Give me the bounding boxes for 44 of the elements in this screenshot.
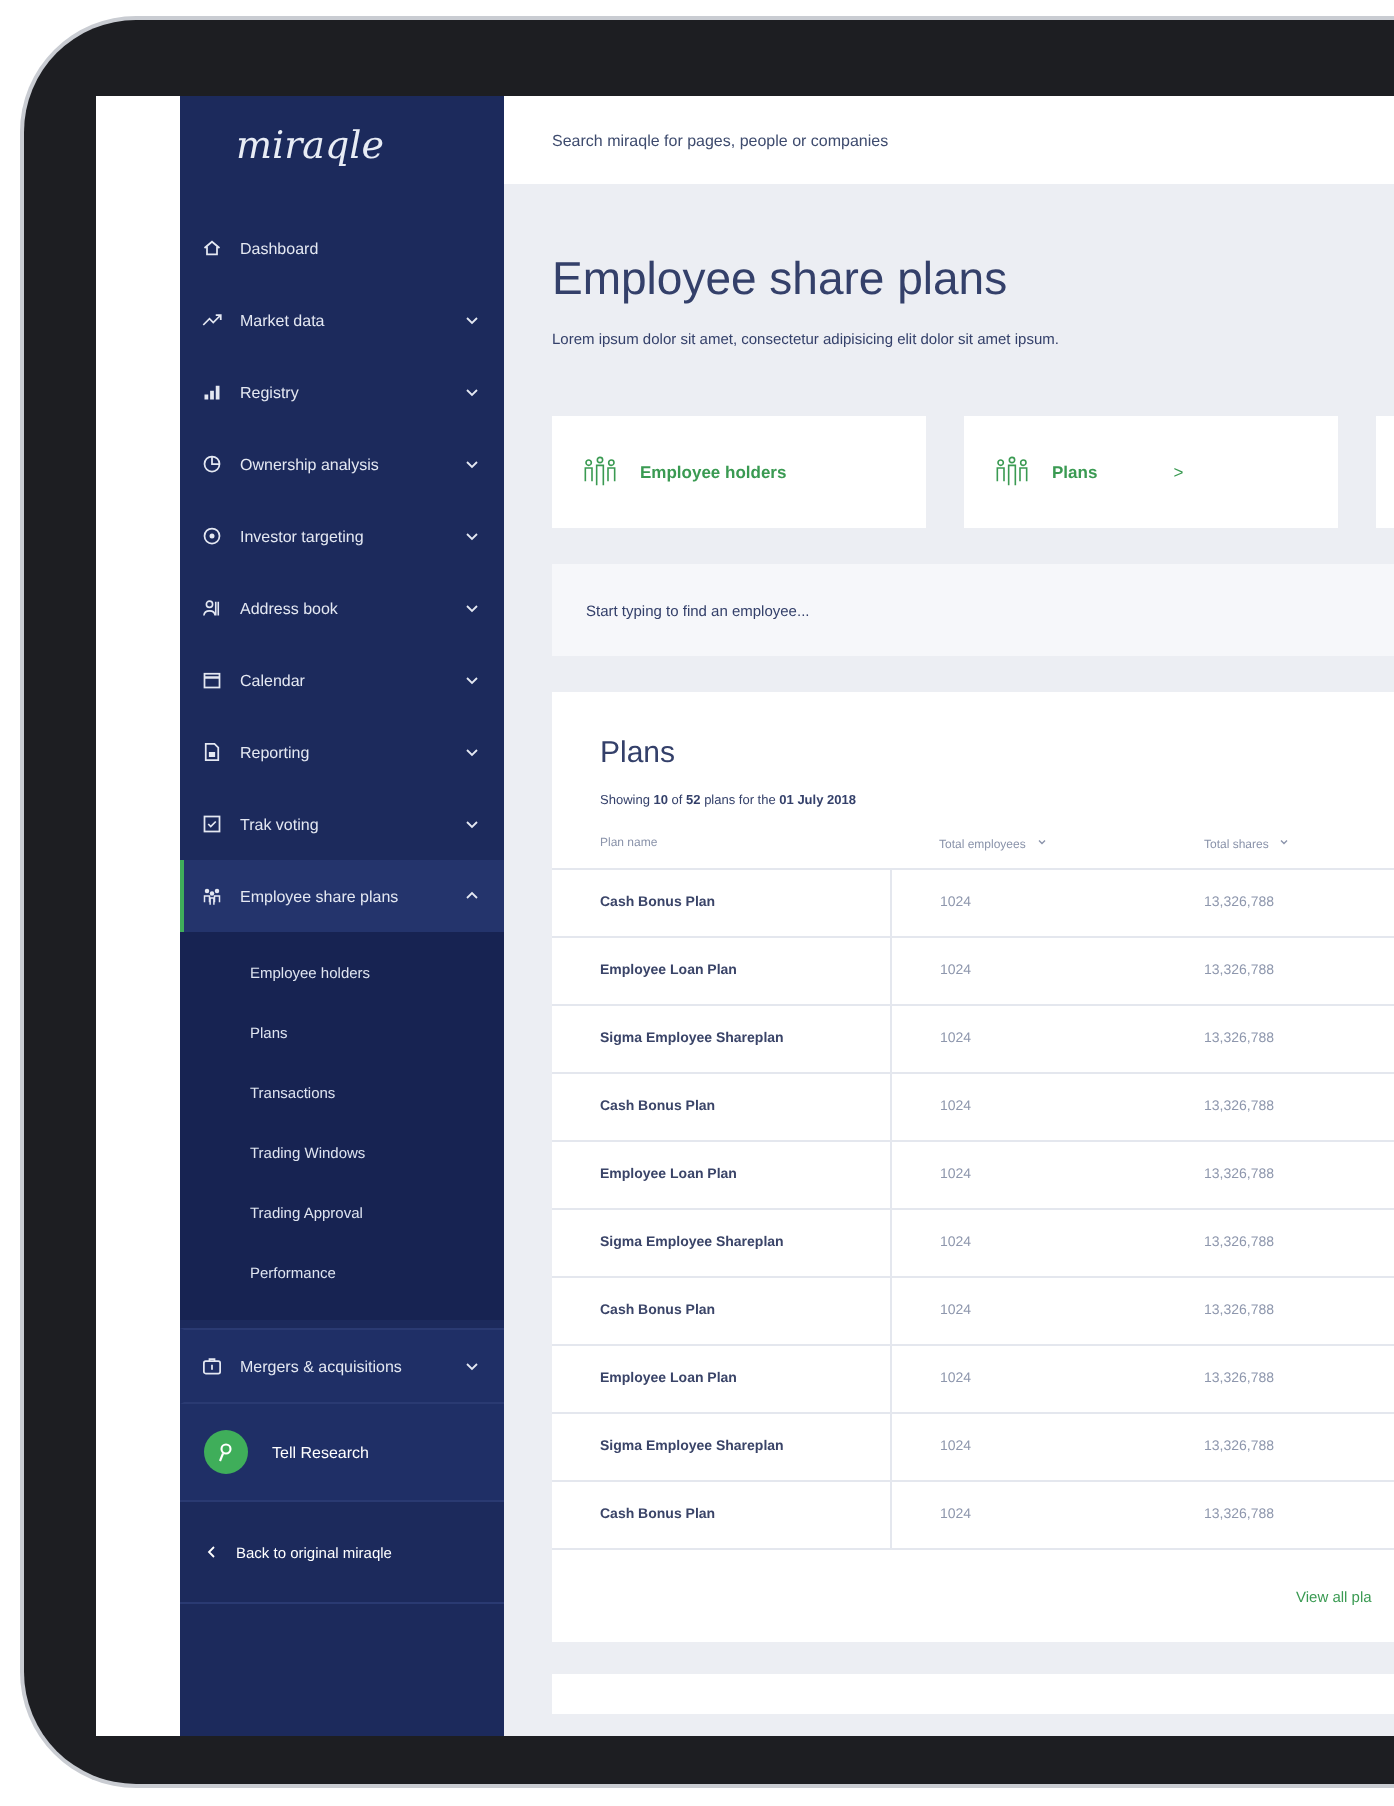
chevron-down-icon	[464, 384, 480, 400]
house-icon	[202, 238, 222, 258]
pie-chart-icon	[202, 454, 222, 474]
nav-item[interactable]: Ownership analysis	[180, 428, 504, 500]
nav-item[interactable]: Registry	[180, 356, 504, 428]
nav-item[interactable]: Reporting	[180, 716, 504, 788]
briefcase-icon	[202, 1356, 222, 1376]
bar-chart-icon	[202, 382, 222, 402]
nav-item[interactable]: Dashboard	[180, 212, 504, 284]
page-title: Employee share plans	[552, 252, 1010, 306]
chevron-up-icon	[464, 888, 480, 904]
trend-line-icon	[202, 310, 222, 330]
nav-item[interactable]: Investor targeting	[180, 500, 504, 572]
sort-caret-icon	[1035, 836, 1048, 848]
target-icon	[202, 526, 222, 546]
nav-item[interactable]: Market data	[180, 284, 504, 356]
nav-card[interactable]: Employee holders	[552, 416, 926, 528]
checkbox-icon	[202, 814, 222, 834]
chevron-down-icon	[464, 528, 480, 544]
people-icon	[584, 456, 616, 488]
chevron-left-icon	[204, 1544, 220, 1560]
nav-item[interactable]: Employee share plans	[180, 860, 504, 932]
chevron-down-icon	[464, 312, 480, 328]
nav-item[interactable]: Address book	[180, 572, 504, 644]
tell-research-link[interactable]: Tell Research	[272, 1443, 369, 1461]
chevron-down-icon	[464, 672, 480, 688]
people-icon	[202, 886, 222, 906]
nav-item[interactable]: Mergers & acquisitions	[180, 1328, 504, 1404]
nav-item[interactable]: Calendar	[180, 644, 504, 716]
section-title: Plans	[600, 736, 678, 770]
chevron-down-icon	[464, 744, 480, 760]
nav-card[interactable]: Plans >	[964, 416, 1338, 528]
contacts-icon	[202, 598, 222, 618]
document-icon	[202, 742, 222, 762]
sort-caret-icon	[1278, 836, 1291, 848]
calendar-icon	[202, 670, 222, 690]
nav-item[interactable]: Trak voting	[180, 788, 504, 860]
logo: miraqle	[234, 122, 386, 172]
chevron-down-icon	[464, 1358, 480, 1374]
people-icon	[996, 456, 1028, 488]
chevron-down-icon	[464, 600, 480, 616]
chevron-down-icon	[464, 816, 480, 832]
chevron-down-icon	[464, 456, 480, 472]
search-field[interactable]: Search miraqle for pages, people or companies	[552, 131, 1152, 149]
